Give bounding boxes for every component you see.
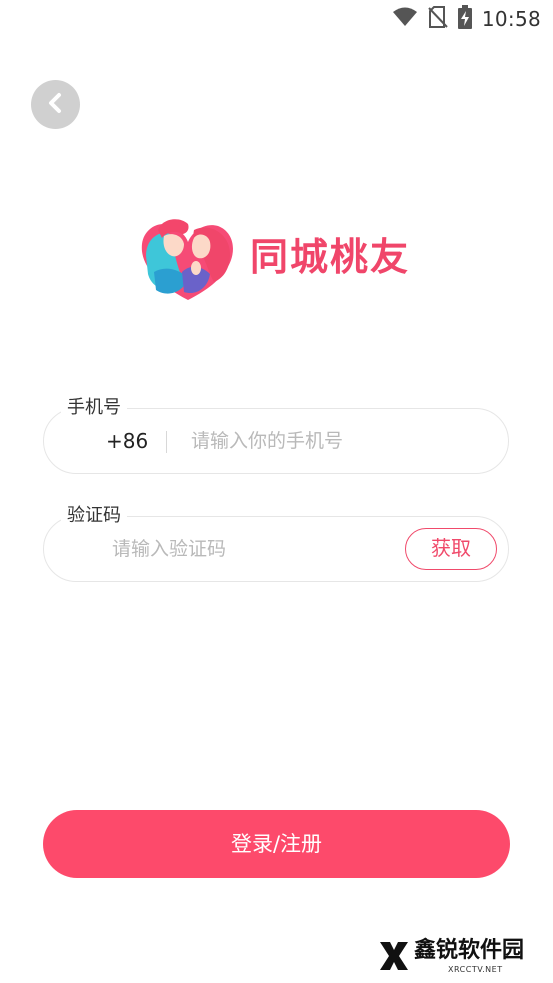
couple-illustration-icon [138, 212, 240, 304]
app-logo: 同城桃友 [138, 212, 428, 304]
verification-code-input[interactable] [112, 517, 392, 581]
watermark-text: 鑫锐软件园 [414, 938, 525, 963]
phone-label: 手机号 [61, 397, 127, 419]
back-button[interactable] [31, 80, 80, 129]
chevron-left-icon [46, 92, 66, 118]
x-mark-icon [376, 938, 412, 978]
status-icons: 10:58 [392, 5, 541, 33]
divider [166, 431, 167, 453]
status-bar: 10:58 [0, 0, 553, 38]
battery-charging-icon [457, 5, 472, 33]
code-label: 验证码 [61, 505, 127, 527]
watermark-subtext: XRCCTV.NET [448, 965, 503, 974]
status-time: 10:58 [481, 7, 541, 31]
app-name: 同城桃友 [250, 234, 411, 279]
get-code-button[interactable]: 获取 [405, 528, 497, 570]
watermark-logo: 鑫锐软件园 XRCCTV.NET [376, 936, 536, 980]
no-sim-icon [428, 6, 448, 32]
phone-input[interactable] [191, 409, 481, 473]
login-register-button[interactable]: 登录/注册 [43, 810, 510, 878]
wifi-icon [392, 7, 418, 31]
